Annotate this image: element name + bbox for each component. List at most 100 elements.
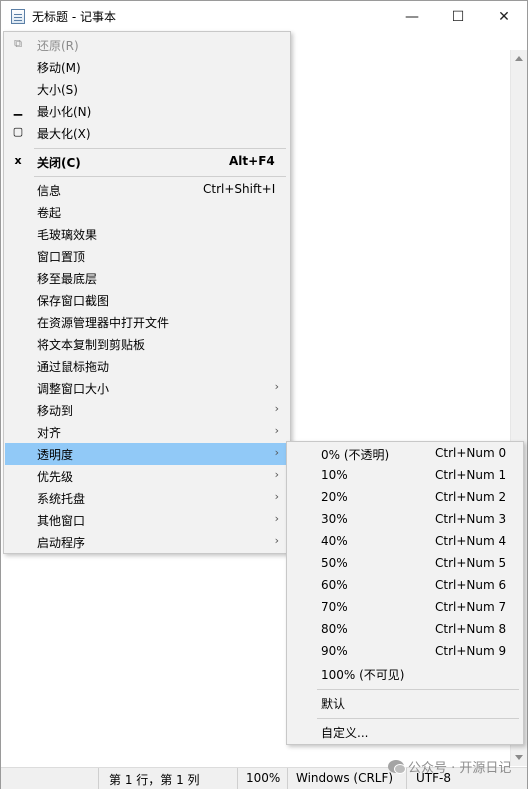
menu-item-label: 通过鼠标拖动 bbox=[37, 360, 110, 374]
maximize-button[interactable]: ☐ bbox=[435, 1, 481, 32]
menu-item-priority[interactable]: 优先级 › bbox=[5, 465, 289, 487]
menu-item-shortcut: Alt+F4 bbox=[229, 154, 275, 168]
menu-separator bbox=[34, 148, 286, 149]
menu-separator bbox=[317, 718, 519, 719]
menu-item-always-on-top[interactable]: 窗口置顶 bbox=[5, 245, 289, 267]
menu-item-label: 大小(S) bbox=[37, 83, 78, 97]
menu-item-move-to[interactable]: 移动到 › bbox=[5, 399, 289, 421]
transparency-item-30[interactable]: 30% Ctrl+Num 3 bbox=[288, 509, 522, 531]
menu-item-aero-glass[interactable]: 毛玻璃效果 bbox=[5, 223, 289, 245]
menu-item-shortcut: Ctrl+Num 9 bbox=[435, 644, 507, 658]
chevron-right-icon: › bbox=[274, 402, 279, 415]
menu-item-rollup[interactable]: 卷起 bbox=[5, 201, 289, 223]
close-button[interactable]: ✕ bbox=[481, 1, 527, 32]
menu-item-label: 信息 bbox=[37, 184, 62, 198]
menu-item-launch-program[interactable]: 启动程序 › bbox=[5, 531, 289, 553]
menu-item-restore[interactable]: ⧉ 还原(R) bbox=[5, 34, 289, 56]
chevron-right-icon: › bbox=[274, 446, 279, 459]
zoom-level: 100% bbox=[246, 771, 281, 785]
menu-item-label: 移动(M) bbox=[37, 61, 81, 75]
menu-item-shortcut: Ctrl+Num 0 bbox=[435, 446, 507, 460]
menu-item-label: 毛玻璃效果 bbox=[37, 228, 98, 242]
transparency-item-40[interactable]: 40% Ctrl+Num 4 bbox=[288, 531, 522, 553]
title-bar[interactable]: 无标题 - 记事本 — ☐ ✕ bbox=[1, 1, 527, 32]
chevron-right-icon: › bbox=[274, 380, 279, 393]
menu-item-close[interactable]: x 关闭(C) Alt+F4 bbox=[5, 151, 289, 173]
transparency-item-80[interactable]: 80% Ctrl+Num 8 bbox=[288, 619, 522, 641]
menu-item-label: 60% bbox=[321, 578, 348, 592]
menu-item-other-windows[interactable]: 其他窗口 › bbox=[5, 509, 289, 531]
transparency-item-20[interactable]: 20% Ctrl+Num 2 bbox=[288, 487, 522, 509]
menu-item-label: 10% bbox=[321, 468, 348, 482]
menu-item-label: 50% bbox=[321, 556, 348, 570]
transparency-item-60[interactable]: 60% Ctrl+Num 6 bbox=[288, 575, 522, 597]
menu-item-copy-text[interactable]: 将文本复制到剪贴板 bbox=[5, 333, 289, 355]
menu-item-label: 将文本复制到剪贴板 bbox=[37, 338, 146, 352]
transparency-item-70[interactable]: 70% Ctrl+Num 7 bbox=[288, 597, 522, 619]
menu-item-label: 其他窗口 bbox=[37, 514, 86, 528]
menu-item-transparency[interactable]: 透明度 › bbox=[5, 443, 289, 465]
menu-item-label: 窗口置顶 bbox=[37, 250, 86, 264]
scroll-down-icon[interactable] bbox=[515, 755, 523, 760]
menu-item-label: 系统托盘 bbox=[37, 492, 86, 506]
menu-item-open-in-explorer[interactable]: 在资源管理器中打开文件 bbox=[5, 311, 289, 333]
menu-item-label: 在资源管理器中打开文件 bbox=[37, 316, 170, 330]
menu-separator bbox=[34, 176, 286, 177]
transparency-item-0[interactable]: 0% (不透明) Ctrl+Num 0 bbox=[288, 443, 522, 465]
status-separator bbox=[237, 768, 238, 789]
watermark: 公众号 · 开源日记 bbox=[388, 757, 511, 776]
menu-item-label: 自定义... bbox=[321, 726, 369, 740]
menu-item-label: 最大化(X) bbox=[37, 127, 91, 141]
menu-item-maximize[interactable]: ▢ 最大化(X) bbox=[5, 122, 289, 144]
chevron-right-icon: › bbox=[274, 490, 279, 503]
menu-item-size[interactable]: 大小(S) bbox=[5, 78, 289, 100]
menu-item-shortcut: Ctrl+Shift+I bbox=[203, 182, 276, 196]
menu-item-label: 还原(R) bbox=[37, 39, 79, 53]
menu-item-label: 调整窗口大小 bbox=[37, 382, 110, 396]
close-icon: x bbox=[14, 154, 22, 167]
menu-item-align[interactable]: 对齐 › bbox=[5, 421, 289, 443]
menu-item-shortcut: Ctrl+Num 7 bbox=[435, 600, 507, 614]
menu-item-drag-with-mouse[interactable]: 通过鼠标拖动 bbox=[5, 355, 289, 377]
transparency-item-50[interactable]: 50% Ctrl+Num 5 bbox=[288, 553, 522, 575]
menu-item-shortcut: Ctrl+Num 4 bbox=[435, 534, 507, 548]
minimize-icon: ▁ bbox=[13, 103, 23, 116]
menu-item-label: 移至最底层 bbox=[37, 272, 98, 286]
menu-item-label: 对齐 bbox=[37, 426, 62, 440]
menu-item-label: 80% bbox=[321, 622, 348, 636]
menu-item-shortcut: Ctrl+Num 3 bbox=[435, 512, 507, 526]
menu-item-shortcut: Ctrl+Num 8 bbox=[435, 622, 507, 636]
restore-icon: ⧉ bbox=[14, 37, 22, 50]
menu-item-label: 100% (不可见) bbox=[321, 668, 405, 682]
menu-item-label: 40% bbox=[321, 534, 348, 548]
menu-item-move[interactable]: 移动(M) bbox=[5, 56, 289, 78]
menu-item-shortcut: Ctrl+Num 6 bbox=[435, 578, 507, 592]
transparency-item-10[interactable]: 10% Ctrl+Num 1 bbox=[288, 465, 522, 487]
menu-item-label: 卷起 bbox=[37, 206, 62, 220]
watermark-text: 公众号 · 开源日记 bbox=[408, 761, 512, 776]
window-title: 无标题 - 记事本 bbox=[32, 10, 116, 24]
transparency-item-90[interactable]: 90% Ctrl+Num 9 bbox=[288, 641, 522, 663]
menu-item-label: 20% bbox=[321, 490, 348, 504]
notepad-icon[interactable] bbox=[11, 9, 25, 24]
menu-item-shortcut: Ctrl+Num 1 bbox=[435, 468, 507, 482]
menu-item-save-screenshot[interactable]: 保存窗口截图 bbox=[5, 289, 289, 311]
menu-item-system-tray[interactable]: 系统托盘 › bbox=[5, 487, 289, 509]
menu-item-minimize[interactable]: ▁ 最小化(N) bbox=[5, 100, 289, 122]
chevron-right-icon: › bbox=[274, 512, 279, 525]
menu-item-label: 移动到 bbox=[37, 404, 74, 418]
menu-item-info[interactable]: 信息 Ctrl+Shift+I bbox=[5, 179, 289, 201]
menu-item-resize-window[interactable]: 调整窗口大小 › bbox=[5, 377, 289, 399]
menu-item-send-to-bottom[interactable]: 移至最底层 bbox=[5, 267, 289, 289]
menu-item-label: 0% (不透明) bbox=[321, 448, 390, 462]
wechat-icon bbox=[388, 760, 406, 774]
transparency-item-default[interactable]: 默认 bbox=[288, 692, 522, 714]
menu-item-label: 90% bbox=[321, 644, 348, 658]
line-ending: Windows (CRLF) bbox=[296, 771, 394, 785]
transparency-item-100[interactable]: 100% (不可见) bbox=[288, 663, 522, 685]
menu-item-label: 最小化(N) bbox=[37, 105, 92, 119]
scroll-up-icon[interactable] bbox=[515, 56, 523, 61]
minimize-button[interactable]: — bbox=[389, 1, 435, 32]
chevron-right-icon: › bbox=[274, 424, 279, 437]
transparency-item-custom[interactable]: 自定义... bbox=[288, 721, 522, 743]
